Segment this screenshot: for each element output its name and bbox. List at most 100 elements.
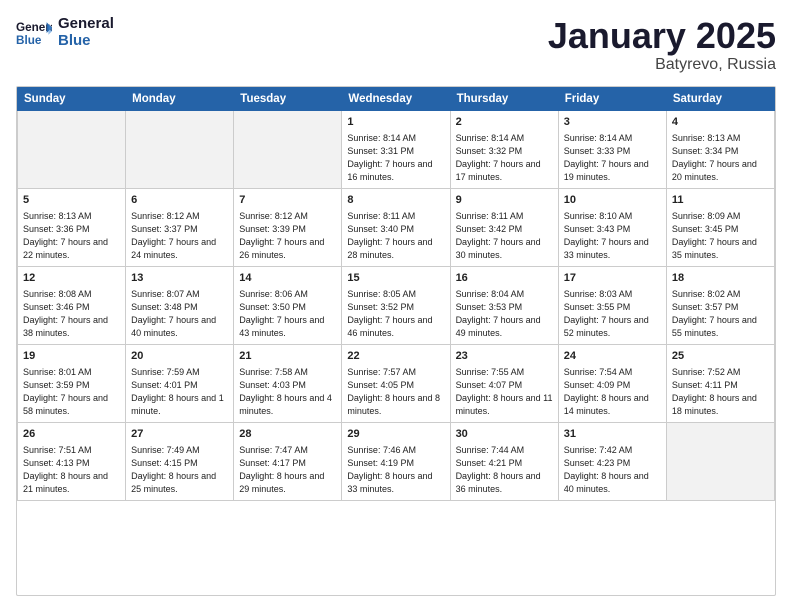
calendar-header-row: Sunday Monday Tuesday Wednesday Thursday… bbox=[18, 87, 775, 110]
cell-info: Sunrise: 7:46 AMSunset: 4:19 PMDaylight:… bbox=[347, 444, 444, 496]
day-number: 9 bbox=[456, 193, 553, 209]
cell-info: Sunrise: 8:06 AMSunset: 3:50 PMDaylight:… bbox=[239, 288, 336, 340]
day-number: 28 bbox=[239, 427, 336, 443]
calendar-cell: 18Sunrise: 8:02 AMSunset: 3:57 PMDayligh… bbox=[666, 266, 774, 344]
calendar-cell bbox=[126, 110, 234, 188]
calendar-week-0: 1Sunrise: 8:14 AMSunset: 3:31 PMDaylight… bbox=[18, 110, 775, 188]
calendar-cell: 15Sunrise: 8:05 AMSunset: 3:52 PMDayligh… bbox=[342, 266, 450, 344]
cell-info: Sunrise: 8:13 AMSunset: 3:36 PMDaylight:… bbox=[23, 210, 120, 262]
cell-info: Sunrise: 8:04 AMSunset: 3:53 PMDaylight:… bbox=[456, 288, 553, 340]
calendar-table: Sunday Monday Tuesday Wednesday Thursday… bbox=[17, 87, 775, 502]
day-number: 21 bbox=[239, 349, 336, 365]
calendar-cell: 12Sunrise: 8:08 AMSunset: 3:46 PMDayligh… bbox=[18, 266, 126, 344]
calendar-cell: 14Sunrise: 8:06 AMSunset: 3:50 PMDayligh… bbox=[234, 266, 342, 344]
day-number: 14 bbox=[239, 271, 336, 287]
cell-info: Sunrise: 8:01 AMSunset: 3:59 PMDaylight:… bbox=[23, 366, 120, 418]
calendar-cell: 3Sunrise: 8:14 AMSunset: 3:33 PMDaylight… bbox=[558, 110, 666, 188]
calendar-week-2: 12Sunrise: 8:08 AMSunset: 3:46 PMDayligh… bbox=[18, 266, 775, 344]
cell-info: Sunrise: 7:54 AMSunset: 4:09 PMDaylight:… bbox=[564, 366, 661, 418]
cell-info: Sunrise: 7:58 AMSunset: 4:03 PMDaylight:… bbox=[239, 366, 336, 418]
day-number: 31 bbox=[564, 427, 661, 443]
calendar-cell: 6Sunrise: 8:12 AMSunset: 3:37 PMDaylight… bbox=[126, 188, 234, 266]
cell-info: Sunrise: 7:51 AMSunset: 4:13 PMDaylight:… bbox=[23, 444, 120, 496]
day-number: 26 bbox=[23, 427, 120, 443]
calendar-cell: 23Sunrise: 7:55 AMSunset: 4:07 PMDayligh… bbox=[450, 344, 558, 422]
logo-blue-text: Blue bbox=[58, 33, 114, 50]
calendar-week-4: 26Sunrise: 7:51 AMSunset: 4:13 PMDayligh… bbox=[18, 423, 775, 501]
cell-info: Sunrise: 8:08 AMSunset: 3:46 PMDaylight:… bbox=[23, 288, 120, 340]
calendar-cell bbox=[666, 423, 774, 501]
calendar-cell bbox=[18, 110, 126, 188]
cell-info: Sunrise: 8:09 AMSunset: 3:45 PMDaylight:… bbox=[672, 210, 769, 262]
day-number: 8 bbox=[347, 193, 444, 209]
title-area: January 2025 Batyrevo, Russia bbox=[548, 16, 776, 74]
cell-info: Sunrise: 8:02 AMSunset: 3:57 PMDaylight:… bbox=[672, 288, 769, 340]
calendar-cell: 28Sunrise: 7:47 AMSunset: 4:17 PMDayligh… bbox=[234, 423, 342, 501]
header-wednesday: Wednesday bbox=[342, 87, 450, 110]
calendar-cell bbox=[234, 110, 342, 188]
day-number: 24 bbox=[564, 349, 661, 365]
cell-info: Sunrise: 7:42 AMSunset: 4:23 PMDaylight:… bbox=[564, 444, 661, 496]
day-number: 22 bbox=[347, 349, 444, 365]
cell-info: Sunrise: 7:49 AMSunset: 4:15 PMDaylight:… bbox=[131, 444, 228, 496]
logo: General Blue General Blue bbox=[16, 16, 114, 49]
cell-info: Sunrise: 8:12 AMSunset: 3:37 PMDaylight:… bbox=[131, 210, 228, 262]
logo-icon: General Blue bbox=[16, 18, 52, 48]
calendar-cell: 25Sunrise: 7:52 AMSunset: 4:11 PMDayligh… bbox=[666, 344, 774, 422]
calendar-cell: 20Sunrise: 7:59 AMSunset: 4:01 PMDayligh… bbox=[126, 344, 234, 422]
day-number: 29 bbox=[347, 427, 444, 443]
day-number: 25 bbox=[672, 349, 769, 365]
cell-info: Sunrise: 8:11 AMSunset: 3:40 PMDaylight:… bbox=[347, 210, 444, 262]
calendar-subtitle: Batyrevo, Russia bbox=[548, 56, 776, 74]
cell-info: Sunrise: 7:57 AMSunset: 4:05 PMDaylight:… bbox=[347, 366, 444, 418]
calendar-cell: 29Sunrise: 7:46 AMSunset: 4:19 PMDayligh… bbox=[342, 423, 450, 501]
cell-info: Sunrise: 8:14 AMSunset: 3:33 PMDaylight:… bbox=[564, 132, 661, 184]
day-number: 20 bbox=[131, 349, 228, 365]
cell-info: Sunrise: 8:05 AMSunset: 3:52 PMDaylight:… bbox=[347, 288, 444, 340]
day-number: 4 bbox=[672, 115, 769, 131]
cell-info: Sunrise: 8:03 AMSunset: 3:55 PMDaylight:… bbox=[564, 288, 661, 340]
calendar-cell: 8Sunrise: 8:11 AMSunset: 3:40 PMDaylight… bbox=[342, 188, 450, 266]
day-number: 6 bbox=[131, 193, 228, 209]
header-sunday: Sunday bbox=[18, 87, 126, 110]
cell-info: Sunrise: 7:59 AMSunset: 4:01 PMDaylight:… bbox=[131, 366, 228, 418]
calendar-week-3: 19Sunrise: 8:01 AMSunset: 3:59 PMDayligh… bbox=[18, 344, 775, 422]
calendar-cell: 30Sunrise: 7:44 AMSunset: 4:21 PMDayligh… bbox=[450, 423, 558, 501]
day-number: 5 bbox=[23, 193, 120, 209]
calendar: Sunday Monday Tuesday Wednesday Thursday… bbox=[16, 86, 776, 596]
day-number: 7 bbox=[239, 193, 336, 209]
header-thursday: Thursday bbox=[450, 87, 558, 110]
header-friday: Friday bbox=[558, 87, 666, 110]
day-number: 17 bbox=[564, 271, 661, 287]
day-number: 18 bbox=[672, 271, 769, 287]
day-number: 27 bbox=[131, 427, 228, 443]
calendar-cell: 22Sunrise: 7:57 AMSunset: 4:05 PMDayligh… bbox=[342, 344, 450, 422]
calendar-cell: 21Sunrise: 7:58 AMSunset: 4:03 PMDayligh… bbox=[234, 344, 342, 422]
calendar-cell: 2Sunrise: 8:14 AMSunset: 3:32 PMDaylight… bbox=[450, 110, 558, 188]
cell-info: Sunrise: 7:52 AMSunset: 4:11 PMDaylight:… bbox=[672, 366, 769, 418]
calendar-cell: 24Sunrise: 7:54 AMSunset: 4:09 PMDayligh… bbox=[558, 344, 666, 422]
header-tuesday: Tuesday bbox=[234, 87, 342, 110]
day-number: 30 bbox=[456, 427, 553, 443]
cell-info: Sunrise: 8:11 AMSunset: 3:42 PMDaylight:… bbox=[456, 210, 553, 262]
header-monday: Monday bbox=[126, 87, 234, 110]
cell-info: Sunrise: 8:10 AMSunset: 3:43 PMDaylight:… bbox=[564, 210, 661, 262]
calendar-cell: 31Sunrise: 7:42 AMSunset: 4:23 PMDayligh… bbox=[558, 423, 666, 501]
day-number: 15 bbox=[347, 271, 444, 287]
cell-info: Sunrise: 8:13 AMSunset: 3:34 PMDaylight:… bbox=[672, 132, 769, 184]
calendar-cell: 13Sunrise: 8:07 AMSunset: 3:48 PMDayligh… bbox=[126, 266, 234, 344]
cell-info: Sunrise: 8:14 AMSunset: 3:32 PMDaylight:… bbox=[456, 132, 553, 184]
day-number: 1 bbox=[347, 115, 444, 131]
day-number: 16 bbox=[456, 271, 553, 287]
day-number: 12 bbox=[23, 271, 120, 287]
calendar-cell: 19Sunrise: 8:01 AMSunset: 3:59 PMDayligh… bbox=[18, 344, 126, 422]
day-number: 19 bbox=[23, 349, 120, 365]
calendar-cell: 16Sunrise: 8:04 AMSunset: 3:53 PMDayligh… bbox=[450, 266, 558, 344]
calendar-cell: 5Sunrise: 8:13 AMSunset: 3:36 PMDaylight… bbox=[18, 188, 126, 266]
calendar-cell: 7Sunrise: 8:12 AMSunset: 3:39 PMDaylight… bbox=[234, 188, 342, 266]
day-number: 10 bbox=[564, 193, 661, 209]
day-number: 11 bbox=[672, 193, 769, 209]
calendar-cell: 11Sunrise: 8:09 AMSunset: 3:45 PMDayligh… bbox=[666, 188, 774, 266]
calendar-title: January 2025 bbox=[548, 16, 776, 56]
header-saturday: Saturday bbox=[666, 87, 774, 110]
